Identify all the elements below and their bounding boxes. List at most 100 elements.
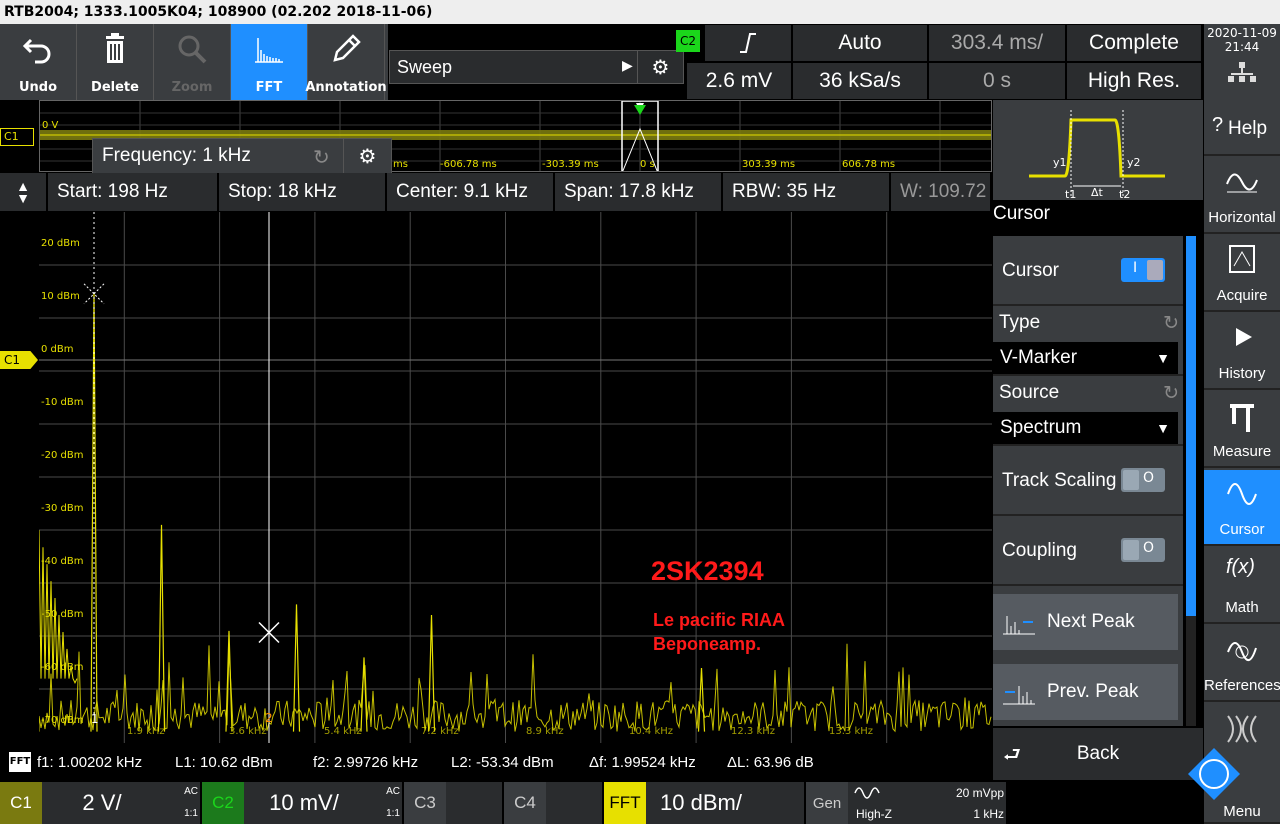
cursor-enable-row[interactable]: Cursor I bbox=[993, 236, 1183, 306]
menu-help[interactable]: ? Help bbox=[1204, 100, 1280, 156]
menu-acquire[interactable]: Acquire bbox=[1204, 236, 1280, 312]
cursor-diagram: y1 y2 t1 t2 Δt bbox=[993, 100, 1203, 201]
y-axis-label: 0 dBm bbox=[41, 344, 74, 355]
cursor-toggle[interactable]: I bbox=[1121, 258, 1165, 282]
source-value: Spectrum bbox=[1000, 417, 1082, 438]
trash-icon bbox=[106, 33, 124, 63]
gen-frequency: 1 kHz bbox=[973, 807, 1004, 821]
panel-scroll-thumb[interactable] bbox=[1186, 236, 1196, 616]
plot-channel-tag[interactable]: C1 bbox=[0, 351, 38, 369]
sweep-settings-button[interactable]: ⚙ bbox=[637, 51, 683, 83]
back-button[interactable]: ⮐ Back bbox=[993, 728, 1203, 780]
channel-c4[interactable]: C4 bbox=[504, 782, 602, 824]
menu-measure[interactable]: Measure bbox=[1204, 392, 1280, 468]
x-axis-label: 12.3 kHz bbox=[731, 726, 775, 737]
track-scaling-toggle[interactable]: O bbox=[1121, 468, 1165, 492]
window-value[interactable]: W: 109.72 r bbox=[891, 173, 992, 211]
reset-icon[interactable]: ↻ bbox=[313, 145, 339, 169]
prev-peak-icon bbox=[1003, 686, 1035, 705]
track-scaling-row[interactable]: Track Scaling O bbox=[993, 446, 1183, 516]
x-axis-label: 8.9 kHz bbox=[526, 726, 564, 737]
datetime: 2020-11-09 21:44 bbox=[1204, 24, 1280, 100]
c1-coupling: AC bbox=[184, 786, 198, 797]
c1-tag: C1 bbox=[0, 782, 42, 824]
frequency-settings-button[interactable]: ⚙ bbox=[343, 139, 391, 173]
diagram-t2: t2 bbox=[1119, 188, 1130, 200]
fft-button[interactable]: FFT bbox=[231, 24, 308, 100]
menu-math[interactable]: f(x) Math bbox=[1204, 548, 1280, 624]
cursor-2-label: 2 bbox=[265, 711, 273, 725]
annotation-line-2[interactable]: Beponeamp. bbox=[653, 634, 761, 655]
channel-bar: C1 2 V/ AC 1:1 C2 10 mV/ AC 1:1 C3 C4 FF… bbox=[0, 782, 1204, 824]
menu-cursor[interactable]: Cursor bbox=[1204, 470, 1280, 546]
frequency-popup[interactable]: Frequency: 1 kHz ↻ ⚙ bbox=[92, 138, 392, 174]
channel-fft[interactable]: FFT 10 dBm/ bbox=[604, 782, 804, 824]
channel-badge[interactable]: C2 bbox=[676, 30, 700, 52]
spectrum-plot[interactable]: 20 dBm 10 dBm 0 dBm -10 dBm -20 dBm -30 dBm -4… bbox=[38, 212, 992, 743]
menu-references[interactable]: References bbox=[1204, 626, 1280, 702]
channel-c2[interactable]: C2 10 mV/ AC 1:1 bbox=[202, 782, 402, 824]
sweep-dropdown[interactable]: Sweep ▶ ⚙ bbox=[389, 50, 684, 84]
coupling-toggle[interactable]: O bbox=[1121, 538, 1165, 562]
fft-label: FFT bbox=[255, 80, 283, 95]
gen-amplitude: 20 mVpp bbox=[955, 786, 1004, 800]
acquisition-mode[interactable]: High Res. bbox=[1066, 62, 1202, 100]
type-row[interactable]: Type ↻ V-Marker ▼ bbox=[993, 306, 1183, 376]
time-offset[interactable]: 0 s bbox=[928, 62, 1066, 100]
y-axis-label: 20 dBm bbox=[41, 238, 80, 249]
delete-button[interactable]: Delete bbox=[77, 24, 154, 100]
channel-c3[interactable]: C3 bbox=[404, 782, 502, 824]
center-frequency[interactable]: Center: 9.1 kHz bbox=[387, 173, 555, 211]
back-label: Back bbox=[1076, 743, 1120, 764]
source-reset-icon[interactable]: ↻ bbox=[1163, 382, 1179, 404]
annotation-button[interactable]: Annotation bbox=[305, 24, 387, 100]
source-select[interactable]: Spectrum ▼ bbox=[993, 412, 1178, 444]
chevron-down-icon: ▼ bbox=[1156, 350, 1170, 366]
time: 21:44 bbox=[1224, 40, 1260, 54]
zoom-button[interactable]: Zoom bbox=[154, 24, 231, 100]
trigger-level[interactable]: 2.6 mV bbox=[686, 62, 792, 100]
y-axis-label: -10 dBm bbox=[41, 397, 83, 408]
prev-peak-button[interactable]: Prev. Peak bbox=[993, 664, 1178, 720]
y-axis-label: 10 dBm bbox=[41, 291, 80, 302]
menu-history[interactable]: History bbox=[1204, 314, 1280, 390]
annotation-title[interactable]: 2SK2394 bbox=[651, 556, 764, 587]
references-label: References bbox=[1204, 677, 1280, 694]
menu-main[interactable]: Menu bbox=[1188, 704, 1280, 824]
trigger-mode[interactable]: Auto bbox=[792, 24, 928, 62]
overview-tick-label: 606.78 ms bbox=[842, 159, 895, 170]
track-scaling-label: Track Scaling bbox=[1002, 470, 1117, 491]
cursor-panel: Cursor I Type ↻ V-Marker ▼ Source ↻ Spec… bbox=[993, 236, 1183, 726]
diagram-y1: y1 bbox=[1053, 156, 1067, 169]
annotation-line-1[interactable]: Le pacific RIAA bbox=[653, 610, 785, 631]
harmonic-peak bbox=[360, 657, 368, 732]
menu-wave-icon bbox=[1227, 715, 1257, 743]
references-icon bbox=[1227, 642, 1257, 661]
zoom-label: Zoom bbox=[171, 80, 213, 95]
overview-channel-tag[interactable]: C1 bbox=[0, 128, 34, 146]
zoom-icon bbox=[178, 35, 207, 64]
c1-scale: 2 V/ bbox=[82, 790, 122, 815]
start-frequency[interactable]: Start: 198 Hz bbox=[48, 173, 219, 211]
source-row[interactable]: Source ↻ Spectrum ▼ bbox=[993, 376, 1183, 446]
rbw-value[interactable]: RBW: 35 Hz bbox=[723, 173, 891, 211]
channel-gen[interactable]: Gen High-Z 20 mVpp 1 kHz bbox=[806, 782, 1006, 824]
fft-icon bbox=[255, 38, 283, 63]
channel-c1[interactable]: C1 2 V/ AC 1:1 bbox=[0, 782, 200, 824]
span-value[interactable]: Span: 17.8 kHz bbox=[555, 173, 723, 211]
acquisition-state[interactable]: Complete bbox=[1066, 24, 1202, 62]
trigger-slope[interactable] bbox=[704, 24, 792, 62]
coupling-row[interactable]: Coupling O bbox=[993, 516, 1183, 586]
type-reset-icon[interactable]: ↻ bbox=[1163, 312, 1179, 334]
up-down-arrows-icon: ▲ ▼ bbox=[16, 178, 30, 206]
next-peak-button[interactable]: Next Peak bbox=[993, 594, 1178, 650]
span-toggle-button[interactable]: ▲ ▼ bbox=[0, 173, 48, 211]
menu-horizontal[interactable]: Horizontal bbox=[1204, 158, 1280, 234]
stop-frequency[interactable]: Stop: 18 kHz bbox=[219, 173, 387, 211]
overview-tick-label: 303.39 ms bbox=[742, 159, 795, 170]
type-select[interactable]: V-Marker ▼ bbox=[993, 342, 1178, 374]
timebase[interactable]: 303.4 ms/ bbox=[928, 24, 1066, 62]
delta-l-readout: ΔL: 63.96 dB bbox=[727, 754, 814, 771]
c1-probe: 1:1 bbox=[184, 808, 198, 819]
undo-button[interactable]: Undo bbox=[0, 24, 77, 100]
